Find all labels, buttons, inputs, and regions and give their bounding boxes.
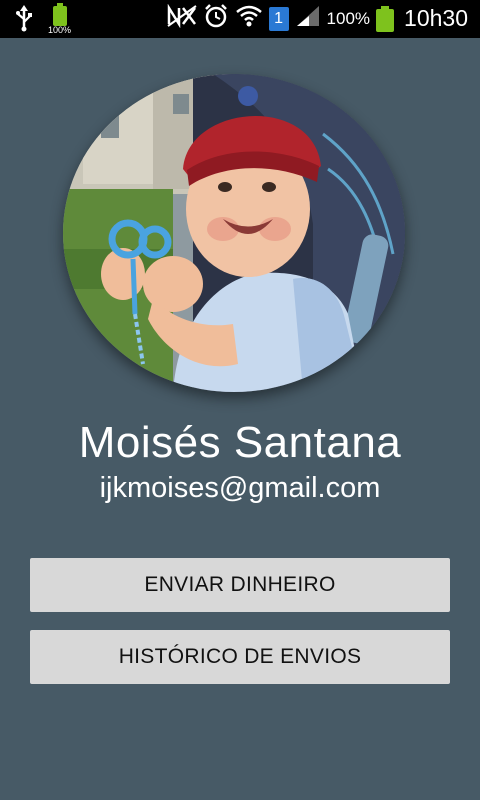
sim-slot-badge: 1	[268, 6, 289, 31]
status-bar-notifications: 100%	[14, 2, 74, 37]
clock: 10h30	[404, 5, 468, 31]
usb-icon	[14, 4, 34, 37]
battery-full-notification-icon: 100%	[48, 2, 74, 36]
status-bar: 100% 1 100% 10h30	[0, 0, 480, 38]
battery-icon	[376, 5, 395, 32]
transfer-history-button[interactable]: HISTÓRICO DE ENVIOS	[30, 630, 450, 684]
no-signal-icon	[166, 3, 197, 33]
profile-name: Moisés Santana	[78, 418, 402, 467]
profile-avatar[interactable]	[63, 74, 405, 392]
alarm-icon	[203, 3, 229, 34]
send-money-button[interactable]: ENVIAR DINHEIRO	[30, 558, 450, 612]
cell-signal-icon	[295, 4, 321, 33]
battery-percent: 100%	[326, 8, 371, 28]
status-bar-system: 1 100% 10h30	[166, 3, 468, 34]
wifi-icon	[235, 3, 263, 34]
profile-email: ijkmoises@gmail.com	[99, 472, 381, 504]
battery-notification-label: 100%	[48, 24, 72, 35]
